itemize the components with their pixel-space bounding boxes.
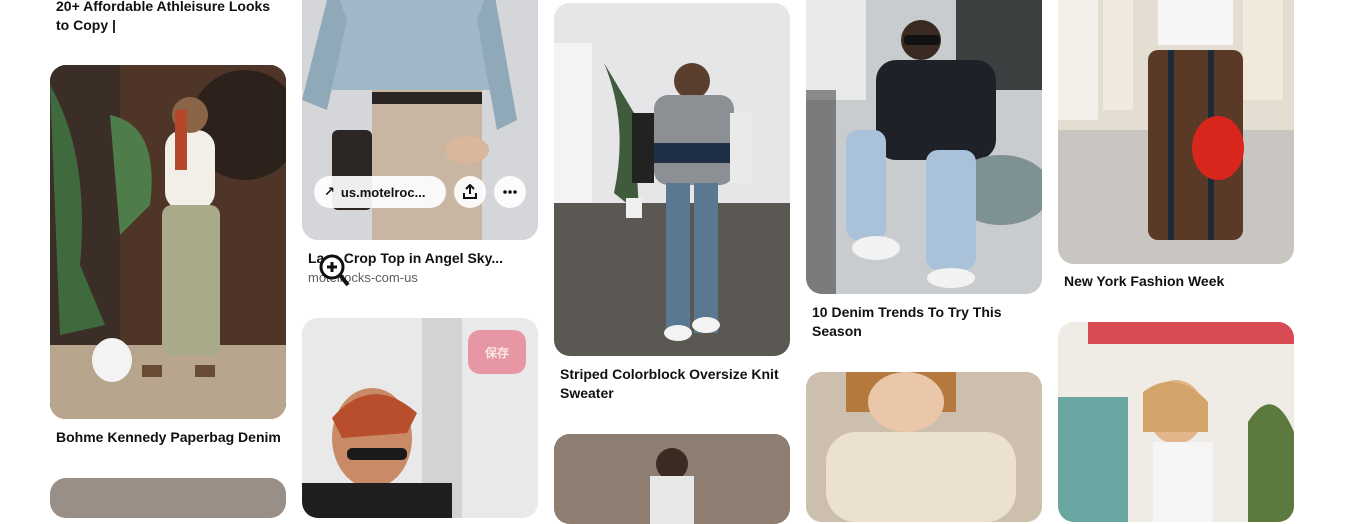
more-options-button[interactable] <box>494 176 526 208</box>
pin-title[interactable]: 10 Denim Trends To Try This Season <box>812 303 1042 341</box>
pin-image[interactable] <box>554 434 790 524</box>
arrow-up-right-icon: ↗ <box>324 184 335 199</box>
pin-title[interactable]: New York Fashion Week <box>1064 272 1294 291</box>
pin-image[interactable]: ↗ us.motelroc... <box>302 0 538 240</box>
pin-image[interactable] <box>806 0 1042 294</box>
share-button[interactable] <box>454 176 486 208</box>
pin-image[interactable] <box>1058 322 1294 522</box>
pin-image[interactable] <box>1058 0 1294 264</box>
pin-title[interactable]: Striped Colorblock Oversize Knit Sweater <box>560 365 790 403</box>
photo-striped-sweater <box>554 3 790 356</box>
photo-cream-sweater <box>806 372 1042 522</box>
pin-title[interactable]: Bohme Kennedy Paperbag Denim <box>56 428 286 447</box>
zoom-cursor-icon <box>319 254 350 287</box>
pin-source-link[interactable]: ↗ us.motelroc... <box>314 176 446 208</box>
pin-image[interactable] <box>806 372 1042 522</box>
pin-title[interactable]: 20+ Affordable Athleisure Looks to Copy … <box>56 0 286 35</box>
pin-image[interactable]: 保存 <box>302 318 538 518</box>
photo-panama-storefront <box>1058 322 1294 522</box>
photo-street-woman <box>554 434 790 524</box>
pin-image[interactable] <box>50 65 286 419</box>
pin-image[interactable] <box>50 478 286 518</box>
share-icon <box>463 184 477 199</box>
pin-image[interactable] <box>554 3 790 356</box>
photo-denim-sunglasses <box>806 0 1042 294</box>
save-button[interactable]: 保存 <box>468 330 526 374</box>
photo-woman-green-pants <box>50 65 286 419</box>
ellipsis-icon <box>503 190 517 194</box>
source-link-label: us.motelroc... <box>340 184 426 200</box>
photo-plaid-pants <box>1058 0 1294 264</box>
